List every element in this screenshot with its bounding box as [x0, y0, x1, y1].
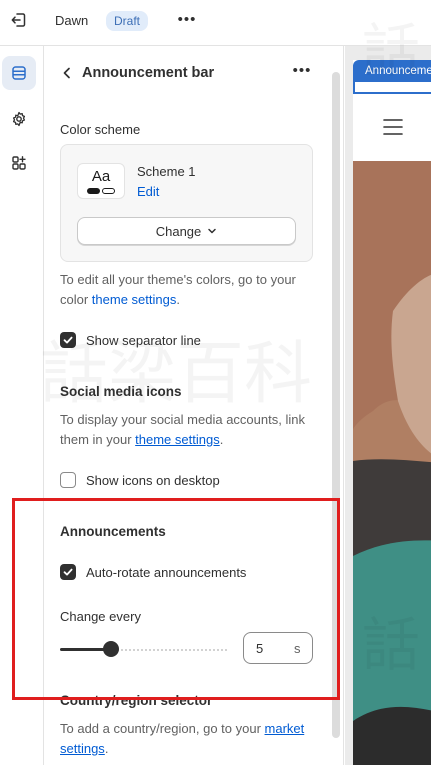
- change-every-input[interactable]: 5 s: [243, 632, 313, 664]
- checkmark-icon: [63, 336, 73, 344]
- preview-tab-label: Announcement bar: [365, 65, 431, 77]
- scheme-name: Scheme 1: [137, 164, 196, 179]
- scheme-swatch: Aa: [77, 163, 125, 199]
- rail-apps-button[interactable]: [2, 146, 36, 180]
- chevron-down-icon: [208, 228, 217, 234]
- country-region-help: To add a country/region, go to your mark…: [60, 719, 310, 759]
- checkmark-icon: [63, 568, 73, 576]
- change-button-label: Change: [155, 223, 202, 239]
- auto-rotate-checkbox[interactable]: Auto-rotate announcements: [60, 563, 246, 581]
- preview-section-tab[interactable]: Announcement bar: [353, 60, 431, 82]
- change-every-value: 5: [256, 641, 264, 656]
- social-help-period: .: [219, 432, 224, 447]
- hamburger-menu-icon[interactable]: [383, 118, 403, 136]
- color-scheme-card: Aa Scheme 1 Edit Change: [60, 144, 313, 262]
- color-scheme-label: Color scheme: [60, 122, 141, 137]
- exit-icon[interactable]: [10, 11, 28, 29]
- chevron-left-icon[interactable]: [60, 66, 74, 80]
- more-actions-button[interactable]: •••: [176, 9, 198, 31]
- rail-settings-button[interactable]: [2, 102, 36, 136]
- status-badge: Draft: [106, 11, 149, 31]
- social-media-help: To display your social media accounts, l…: [60, 410, 310, 450]
- panel-title: Announcement bar: [82, 65, 215, 81]
- checkbox-checked[interactable]: [60, 564, 76, 580]
- color-help-period: .: [176, 292, 180, 307]
- sections-icon: [12, 66, 26, 80]
- scheme-edit-link[interactable]: Edit: [137, 184, 159, 199]
- swatch-secondary-pill: [102, 188, 115, 194]
- checkbox-checked[interactable]: [60, 332, 76, 348]
- show-separator-line-checkbox[interactable]: Show separator line: [60, 331, 201, 349]
- top-bar: Dawn Draft •••: [0, 0, 431, 46]
- preview-hero-art: [353, 161, 431, 765]
- left-rail: [0, 46, 44, 765]
- social-theme-settings-link[interactable]: theme settings: [135, 432, 220, 447]
- country-help-text: To add a country/region, go to your: [60, 721, 265, 736]
- scheme-swatch-text: Aa: [91, 168, 111, 185]
- rail-sections-button[interactable]: [2, 56, 36, 90]
- settings-panel: Announcement bar ••• Color scheme Aa Sch…: [44, 46, 344, 765]
- panel-more-button[interactable]: •••: [290, 62, 314, 84]
- show-icons-on-desktop-checkbox[interactable]: Show icons on desktop: [60, 471, 220, 489]
- apps-icon: [12, 156, 26, 170]
- show-icons-on-desktop-label: Show icons on desktop: [86, 472, 220, 488]
- color-scheme-help: To edit all your theme's colors, go to y…: [60, 270, 310, 310]
- swatch-primary-pill: [87, 188, 100, 194]
- show-separator-line-label: Show separator line: [86, 332, 201, 348]
- country-help-period: .: [104, 741, 109, 756]
- theme-name: Dawn: [55, 13, 89, 28]
- country-region-heading: Country/region selector: [60, 693, 213, 708]
- theme-preview: Announcement bar: [345, 46, 431, 765]
- change-scheme-button[interactable]: Change: [77, 217, 296, 245]
- preview-selected-outline: [353, 82, 431, 94]
- change-every-slider-thumb[interactable]: [103, 641, 119, 657]
- social-media-heading: Social media icons: [60, 384, 182, 399]
- change-every-unit: s: [294, 641, 301, 656]
- checkbox-unchecked[interactable]: [60, 472, 76, 488]
- panel-header: Announcement bar •••: [44, 46, 343, 102]
- announcements-heading: Announcements: [60, 524, 166, 539]
- auto-rotate-label: Auto-rotate announcements: [86, 564, 247, 580]
- gear-icon: [12, 111, 26, 127]
- panel-scrollbar[interactable]: [332, 72, 340, 738]
- change-every-label: Change every: [60, 609, 141, 624]
- color-theme-settings-link[interactable]: theme settings: [92, 292, 177, 307]
